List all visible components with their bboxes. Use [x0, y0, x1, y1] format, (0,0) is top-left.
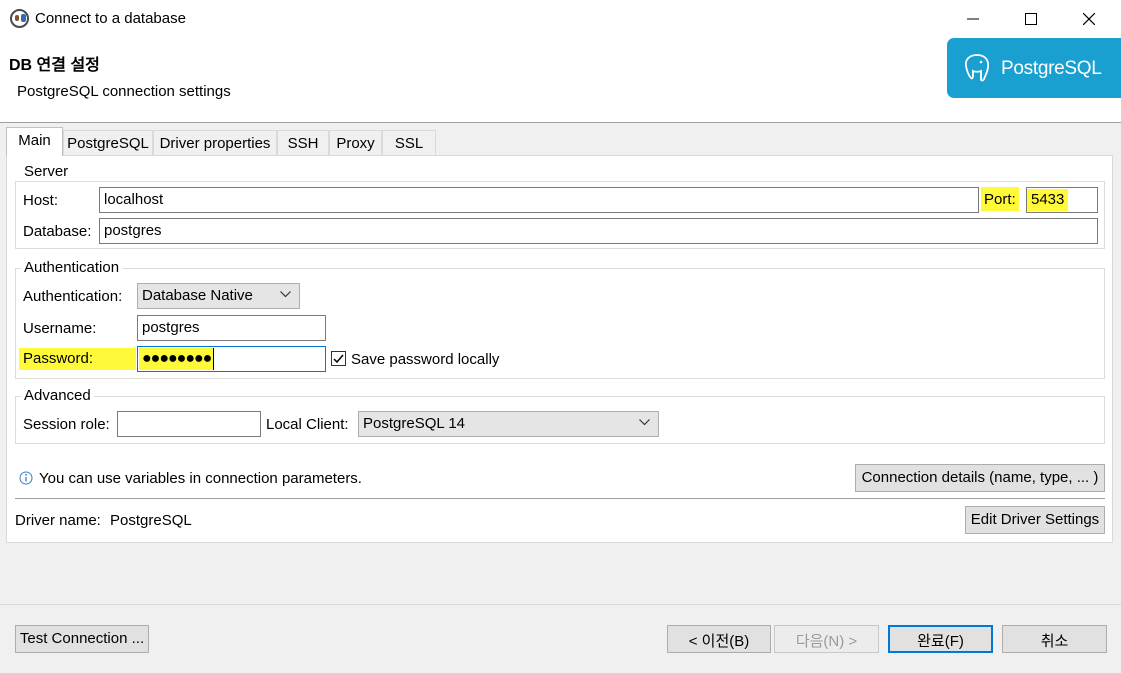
authentication-group-label: Authentication	[21, 259, 123, 276]
server-group-label: Server	[21, 163, 72, 180]
database-label: Database:	[23, 223, 92, 240]
brand-text: PostgreSQL	[1001, 58, 1102, 79]
maximize-icon	[1025, 13, 1037, 25]
authentication-select-value: Database Native	[142, 287, 253, 304]
username-input[interactable]: postgres	[137, 315, 326, 341]
host-label: Host:	[23, 192, 59, 209]
minimize-button[interactable]	[944, 0, 1002, 38]
password-value: ●●●●●●●●	[139, 348, 215, 370]
tab-ssl[interactable]: SSL	[382, 130, 436, 155]
next-button[interactable]: 다음(N) >	[774, 625, 879, 653]
driver-name-label: Driver name:	[15, 512, 101, 529]
host-input[interactable]: localhost	[99, 187, 979, 213]
maximize-button[interactable]	[1002, 0, 1060, 38]
dbeaver-app-icon	[10, 9, 29, 28]
wizard-header: DB 연결 설정 PostgreSQL connection settings …	[0, 38, 1121, 123]
back-button[interactable]: < 이전(B)	[667, 625, 771, 653]
tab-label: SSH	[287, 135, 319, 152]
edit-driver-settings-button[interactable]: Edit Driver Settings	[965, 506, 1105, 534]
chevron-down-icon	[639, 419, 650, 426]
advanced-group-label: Advanced	[21, 387, 94, 404]
tab-label: Driver properties	[159, 135, 271, 152]
connection-details-button[interactable]: Connection details (name, type, ... )	[855, 464, 1105, 492]
tab-postgresql[interactable]: PostgreSQL	[63, 130, 153, 155]
chevron-down-icon	[280, 291, 291, 298]
save-password-checkbox[interactable]	[331, 351, 346, 366]
tab-label: Proxy	[336, 135, 375, 152]
test-connection-button[interactable]: Test Connection ...	[15, 625, 149, 653]
local-client-select-value: PostgreSQL 14	[363, 415, 466, 432]
close-button[interactable]	[1060, 0, 1118, 38]
port-label: Port:	[981, 187, 1019, 211]
port-value: 5433	[1027, 189, 1069, 211]
footer-divider	[0, 604, 1121, 605]
tab-main[interactable]: Main	[6, 127, 63, 156]
tab-proxy[interactable]: Proxy	[329, 130, 382, 155]
tab-ssh[interactable]: SSH	[277, 130, 329, 155]
info-icon	[19, 471, 33, 485]
local-client-label: Local Client:	[266, 416, 349, 433]
tab-label: PostgreSQL	[67, 135, 149, 152]
driver-name-value: PostgreSQL	[110, 512, 192, 529]
title-bar: Connect to a database	[0, 0, 1121, 38]
checkmark-icon	[333, 354, 344, 364]
authentication-select[interactable]: Database Native	[137, 283, 300, 309]
window-title: Connect to a database	[35, 10, 186, 27]
close-icon	[1083, 13, 1095, 25]
page-subtitle: PostgreSQL connection settings	[17, 83, 231, 100]
page-title: DB 연결 설정	[9, 57, 100, 74]
variables-info-text: You can use variables in connection para…	[39, 470, 362, 487]
port-input[interactable]: 5433	[1026, 187, 1098, 213]
divider	[15, 498, 1105, 499]
session-role-label: Session role:	[23, 416, 110, 433]
finish-button[interactable]: 완료(F)	[888, 625, 993, 653]
tab-label: SSL	[394, 135, 424, 152]
local-client-select[interactable]: PostgreSQL 14	[358, 411, 659, 437]
save-password-label[interactable]: Save password locally	[351, 351, 499, 368]
postgresql-logo: PostgreSQL	[947, 38, 1121, 98]
tab-label: Main	[18, 132, 51, 149]
password-label: Password:	[19, 348, 136, 370]
elephant-icon	[964, 54, 990, 82]
authentication-label: Authentication:	[23, 288, 123, 305]
session-role-input[interactable]	[117, 411, 261, 437]
database-input[interactable]: postgres	[99, 218, 1098, 244]
password-input[interactable]: ●●●●●●●●	[137, 346, 326, 372]
tab-driver-properties[interactable]: Driver properties	[153, 130, 277, 155]
cancel-button[interactable]: 취소	[1002, 625, 1107, 653]
username-label: Username:	[23, 320, 97, 337]
minimize-icon	[967, 18, 979, 20]
